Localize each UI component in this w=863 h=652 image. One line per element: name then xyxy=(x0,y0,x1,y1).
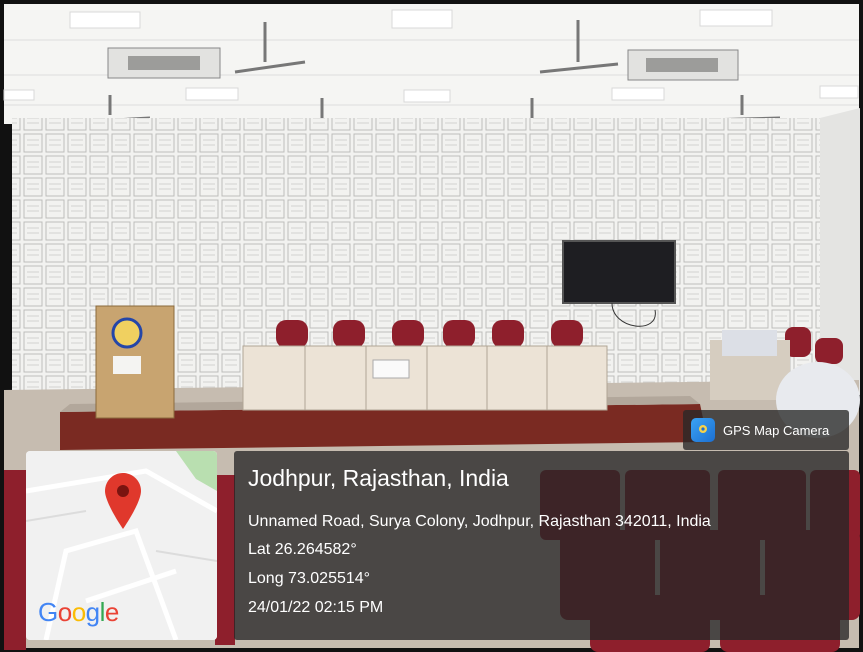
map-pin-icon xyxy=(105,473,141,529)
podium-emblem xyxy=(111,317,143,349)
location-info-panel: Jodhpur, Rajasthan, India Unnamed Road, … xyxy=(234,451,849,640)
map-thumbnail: Google xyxy=(26,451,217,640)
location-title: Jodhpur, Rajasthan, India xyxy=(248,465,509,491)
gps-badge-label: GPS Map Camera xyxy=(723,422,830,438)
ceiling-light xyxy=(403,89,451,103)
ceiling-light xyxy=(391,9,453,29)
google-logo: Google xyxy=(38,597,119,627)
ceiling-light xyxy=(3,89,35,101)
location-address: Unnamed Road, Surya Colony, Jodhpur, Raj… xyxy=(248,513,711,530)
location-latitude: Lat 26.264582° xyxy=(248,541,357,558)
wall-tv xyxy=(562,240,676,304)
covered-equipment xyxy=(722,330,777,356)
gps-map-camera-badge: GPS Map Camera xyxy=(683,410,849,450)
photo-frame: GPS Map Camera Google Jodhpur, Rajasthan… xyxy=(0,0,863,652)
location-datetime: 24/01/22 02:15 PM xyxy=(248,599,384,616)
ceiling-light xyxy=(699,9,773,27)
ceiling-light xyxy=(611,87,665,101)
head-table xyxy=(242,345,608,411)
gps-map-camera-icon xyxy=(691,418,715,442)
ceiling-light xyxy=(185,87,239,101)
ceiling-light xyxy=(69,11,141,29)
ceiling-light xyxy=(819,85,859,99)
location-longitude: Long 73.025514° xyxy=(248,570,371,587)
